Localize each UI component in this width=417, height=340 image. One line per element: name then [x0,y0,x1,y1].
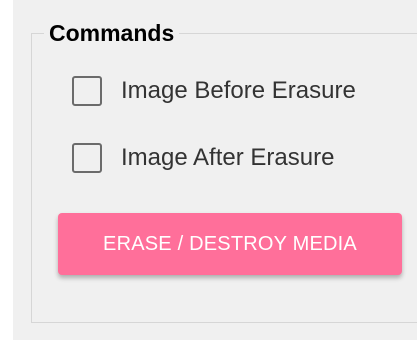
erase-destroy-media-button[interactable]: ERASE / DESTROY MEDIA [58,213,402,275]
commands-group-title: Commands [44,18,180,48]
image-after-erasure-checkbox-row[interactable]: Image After Erasure [72,141,334,175]
image-before-erasure-checkbox-row[interactable]: Image Before Erasure [72,74,356,108]
image-after-erasure-label[interactable]: Image After Erasure [121,144,334,172]
image-before-erasure-checkbox[interactable] [72,76,102,106]
image-before-erasure-label[interactable]: Image Before Erasure [121,77,356,105]
image-after-erasure-checkbox[interactable] [72,143,102,173]
